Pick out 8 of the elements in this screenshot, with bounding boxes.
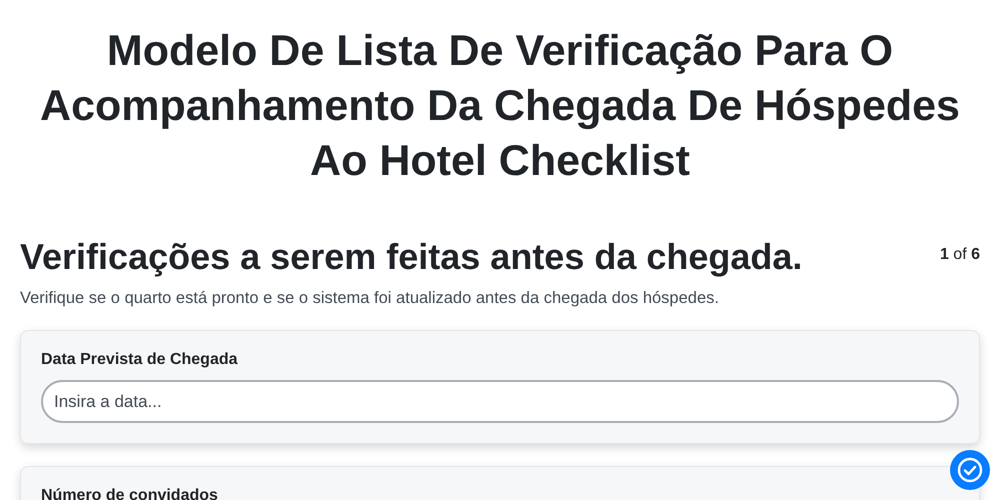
field-label: Data Prevista de Chegada xyxy=(41,351,239,369)
section-heading: Verificações a serem feitas antes da chegada. xyxy=(20,235,802,279)
input-field[interactable]: Insira a data... xyxy=(41,380,959,423)
page-title: Modelo De Lista De Verificação Para O Acompanhamento Da Chegada De Hóspedes Ao Hotel Checklist xyxy=(39,26,961,187)
page-counter: 1 of 6 xyxy=(940,246,980,264)
field-label: Número de convidados xyxy=(41,487,219,500)
section-description: Verifique se o quarto está pronto e se o sistema foi atualizado antes da chegada dos hóspedes. xyxy=(20,289,720,308)
check-circle-icon[interactable] xyxy=(950,450,990,490)
